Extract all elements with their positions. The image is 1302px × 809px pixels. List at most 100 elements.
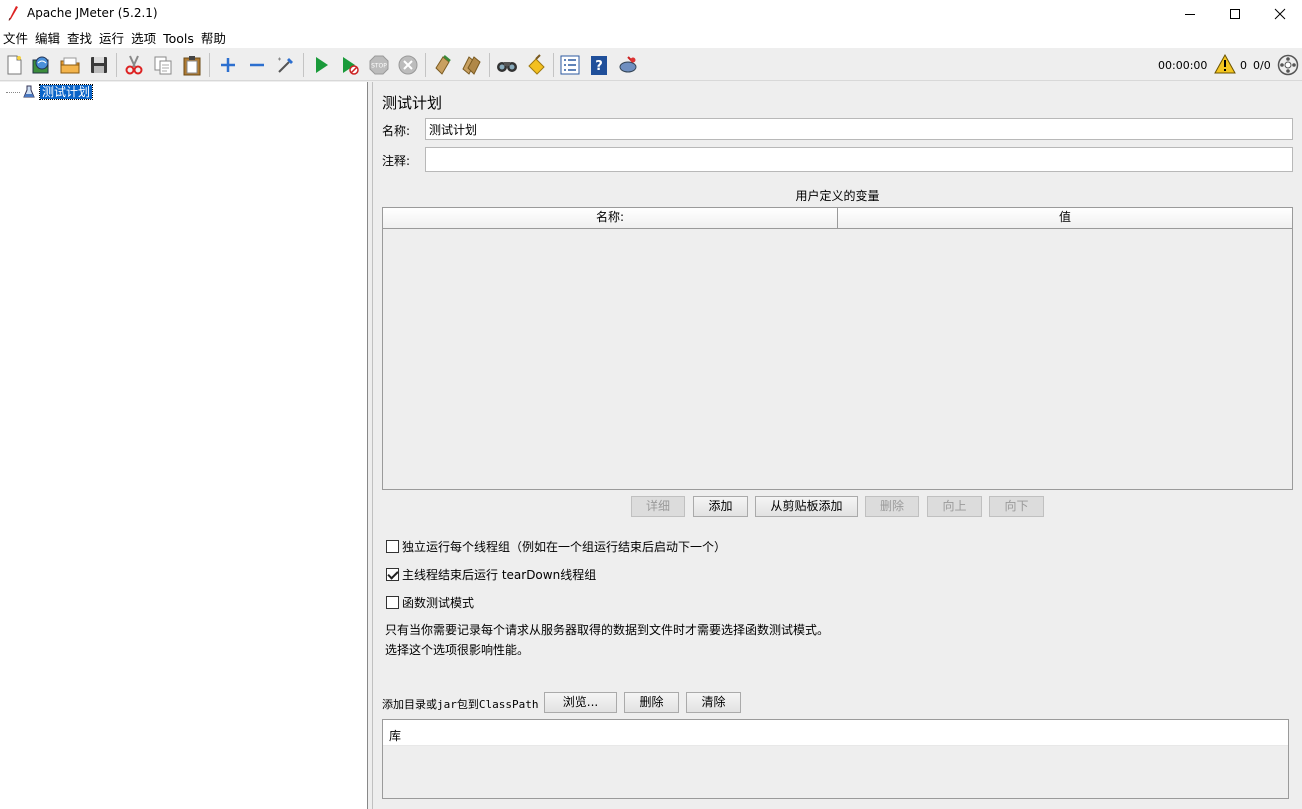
comment-field[interactable]	[425, 147, 1293, 172]
stop-icon: STOP	[369, 55, 389, 75]
warning-icon[interactable]	[1214, 54, 1236, 74]
toggle-icon	[278, 57, 293, 73]
toggle-button[interactable]	[274, 53, 298, 77]
user-variables-table[interactable]: 名称: 值	[382, 207, 1293, 490]
function-helper-icon	[560, 55, 580, 75]
search-button[interactable]	[495, 53, 519, 77]
paste-button[interactable]	[180, 53, 204, 77]
maximize-button[interactable]	[1212, 0, 1258, 28]
move-up-button[interactable]: 向上	[927, 496, 982, 517]
clear-button[interactable]	[430, 53, 454, 77]
classpath-delete-button[interactable]: 删除	[624, 692, 679, 713]
add-from-clipboard-button[interactable]: 从剪贴板添加	[755, 496, 858, 517]
menu-bar: 文件 编辑 查找 运行 选项 Tools 帮助	[0, 28, 1302, 48]
toolbar-separator	[303, 53, 304, 77]
tree-node-test-plan[interactable]: 测试计划	[6, 84, 94, 100]
window-title: Apache JMeter (5.2.1)	[27, 6, 158, 20]
close-icon	[1274, 8, 1286, 20]
maximize-icon	[1230, 9, 1240, 19]
elapsed-time: 00:00:00	[1158, 59, 1208, 72]
jmeter-feather-icon	[8, 6, 18, 21]
function-helper-button[interactable]	[558, 53, 582, 77]
expand-icon	[221, 58, 235, 72]
delete-button[interactable]: 删除	[865, 496, 919, 517]
serialize-threadgroups-option[interactable]: 独立运行每个线程组（例如在一个组运行结束后启动下一个）	[386, 538, 726, 555]
teardown-checkbox[interactable]	[386, 568, 399, 581]
menu-help[interactable]: 帮助	[198, 28, 228, 48]
menu-run[interactable]: 运行	[96, 28, 126, 48]
svg-text:?: ?	[595, 59, 603, 74]
collapse-all-button[interactable]	[245, 53, 269, 77]
collapse-icon	[250, 63, 264, 67]
functional-mode-checkbox[interactable]	[386, 596, 399, 609]
toolbar: STOP ? 00:00:00 0 0/0	[0, 49, 1302, 81]
new-icon	[7, 55, 22, 75]
clear-all-icon	[462, 56, 481, 75]
new-button[interactable]	[2, 53, 26, 77]
toolbar-separator	[425, 53, 426, 77]
detail-button[interactable]: 详细	[631, 496, 685, 517]
test-plan-panel: 测试计划 名称: 注释: 用户定义的变量 名称: 值 详细 添加 从剪贴板添加 …	[373, 82, 1302, 809]
copy-icon	[154, 56, 172, 75]
close-button[interactable]	[1257, 0, 1302, 28]
active-threads: 0/0	[1253, 59, 1271, 72]
expand-all-button[interactable]	[216, 53, 240, 77]
column-header-name[interactable]: 名称:	[383, 208, 838, 228]
start-no-pauses-icon	[343, 57, 359, 75]
title-bar: Apache JMeter (5.2.1)	[0, 0, 1302, 28]
performance-note: 选择这个选项很影响性能。	[385, 643, 530, 657]
start-no-pauses-button[interactable]	[338, 53, 362, 77]
tree-connector	[6, 91, 20, 93]
move-down-button[interactable]: 向下	[989, 496, 1044, 517]
browse-button[interactable]: 浏览...	[544, 692, 617, 713]
functional-mode-option[interactable]: 函数测试模式	[386, 594, 474, 611]
minimize-button[interactable]	[1167, 0, 1213, 28]
help-button[interactable]: ?	[587, 53, 611, 77]
teardown-label: 主线程结束后运行 tearDown线程组	[402, 568, 597, 582]
shutdown-button[interactable]	[396, 53, 420, 77]
test-tree[interactable]: 测试计划	[0, 82, 368, 809]
open-button[interactable]	[58, 53, 82, 77]
open-icon	[60, 57, 80, 74]
menu-options[interactable]: 选项	[128, 28, 158, 48]
remote-start-button[interactable]	[616, 53, 640, 77]
menu-search[interactable]: 查找	[64, 28, 94, 48]
clear-icon	[435, 55, 451, 75]
test-plan-icon	[23, 85, 35, 98]
search-icon	[497, 62, 517, 72]
menu-file[interactable]: 文件	[0, 28, 30, 48]
cut-icon	[125, 55, 143, 75]
add-button[interactable]: 添加	[693, 496, 748, 517]
functional-mode-note: 只有当你需要记录每个请求从服务器取得的数据到文件时才需要选择函数测试模式。	[385, 623, 830, 637]
classpath-clear-button[interactable]: 清除	[686, 692, 741, 713]
menu-edit[interactable]: 编辑	[32, 28, 62, 48]
minimize-icon	[1185, 14, 1195, 15]
cut-button[interactable]	[122, 53, 146, 77]
save-icon	[91, 57, 107, 73]
toolbar-separator	[489, 53, 490, 77]
templates-icon	[32, 56, 49, 74]
clear-all-button[interactable]	[459, 53, 483, 77]
reset-search-button[interactable]	[524, 53, 548, 77]
classpath-label: 添加目录或jar包到ClassPath	[382, 698, 539, 711]
teardown-option[interactable]: 主线程结束后运行 tearDown线程组	[386, 566, 596, 583]
classpath-library-list[interactable]: 库	[382, 719, 1289, 799]
table-header: 名称: 值	[383, 208, 1292, 229]
name-field[interactable]	[425, 118, 1293, 140]
templates-button[interactable]	[29, 53, 53, 77]
serialize-checkbox[interactable]	[386, 540, 399, 553]
remote-start-icon	[619, 56, 637, 73]
save-button[interactable]	[87, 53, 111, 77]
menu-tools[interactable]: Tools	[160, 28, 196, 48]
paste-icon	[183, 56, 201, 76]
stop-button[interactable]: STOP	[367, 53, 391, 77]
functional-mode-label: 函数测试模式	[402, 596, 475, 610]
copy-button[interactable]	[151, 53, 175, 77]
remote-status-icon	[1277, 54, 1299, 76]
user-variables-title: 用户定义的变量	[795, 189, 880, 203]
column-header-value[interactable]: 值	[838, 208, 1292, 228]
start-button[interactable]	[309, 53, 333, 77]
tree-node-label[interactable]: 测试计划	[38, 84, 94, 100]
jmeter-window: Apache JMeter (5.2.1) 文件 编辑 查找 运行 选项 Too…	[0, 0, 1302, 809]
toolbar-separator	[209, 53, 210, 77]
